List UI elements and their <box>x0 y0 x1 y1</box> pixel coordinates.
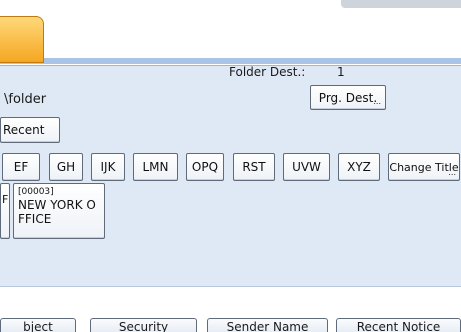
tab-xyz[interactable]: XYZ <box>338 153 380 181</box>
tab-ijk[interactable]: IJK <box>91 153 125 181</box>
tab-lmn[interactable]: LMN <box>133 153 178 181</box>
tab-uvw[interactable]: UVW <box>283 153 330 181</box>
header-strip <box>0 0 461 65</box>
program-destination-label: Prg. Dest. <box>318 90 378 105</box>
program-destination-button[interactable]: Prg. Dest. ... <box>310 85 386 110</box>
more-dots-icon: ... <box>373 97 381 106</box>
change-title-button[interactable]: Change Title ... <box>388 153 460 181</box>
destination-name: NEW YORK OFFICE <box>18 198 96 226</box>
destination-id: [00003] <box>18 187 54 197</box>
folder-dest-count: 1 <box>337 65 345 79</box>
tab-ef[interactable]: EF <box>2 153 40 181</box>
tab-gh[interactable]: GH <box>49 153 83 181</box>
tab-subject[interactable]: bject <box>0 318 76 332</box>
tab-sender-name[interactable]: Sender Name <box>207 318 328 332</box>
folder-path: \folder <box>4 92 47 107</box>
tab-recent-notice[interactable]: Recent Notice <box>336 318 461 332</box>
tab-opq[interactable]: OPQ <box>186 153 224 181</box>
destination-card-partial[interactable]: F <box>0 183 10 239</box>
destination-card[interactable]: [00003] NEW YORK OFFICE <box>13 183 105 239</box>
destination-card-partial-text: F <box>2 193 9 206</box>
tab-rst[interactable]: RST <box>233 153 275 181</box>
recent-button[interactable]: Recent <box>0 117 60 143</box>
header-fragment <box>341 0 461 8</box>
folder-dest-label: Folder Dest.: <box>229 65 306 79</box>
tab-security[interactable]: Security <box>90 318 197 332</box>
active-tab[interactable] <box>0 16 44 63</box>
more-dots-icon: ... <box>448 168 456 177</box>
